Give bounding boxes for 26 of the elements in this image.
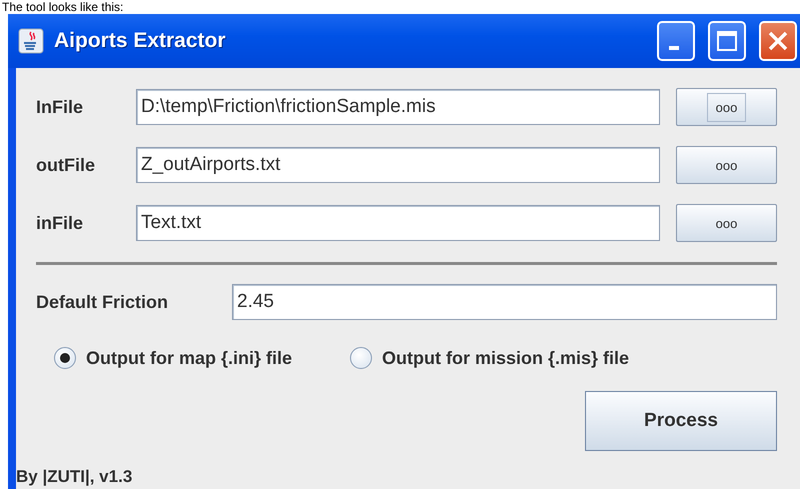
- field-label: outFile: [35, 154, 96, 176]
- minimize-button[interactable]: [657, 21, 695, 61]
- path-field[interactable]: D:\temp\Friction\frictionSample.mis: [136, 89, 660, 125]
- radio-option[interactable]: Output for mission {.mis} file: [350, 347, 630, 369]
- field-label: inFile: [35, 212, 84, 234]
- coffee-cup-icon: [18, 28, 44, 54]
- friction-field[interactable]: 2.45: [232, 284, 777, 320]
- field-label: Default Friction: [35, 292, 170, 312]
- close-icon: [766, 29, 790, 53]
- radio-icon[interactable]: [350, 347, 372, 369]
- maximize-icon: [716, 30, 738, 52]
- path-field[interactable]: Text.txt: [136, 205, 660, 241]
- close-button[interactable]: [759, 21, 797, 61]
- minimize-icon: [669, 46, 679, 50]
- field-label: InFile: [35, 96, 84, 118]
- path-field[interactable]: Z_outAirports.txt: [136, 147, 660, 183]
- browse-button[interactable]: ooo: [676, 146, 777, 184]
- browse-button[interactable]: ooo: [676, 204, 777, 242]
- radio-option[interactable]: Output for map {.ini} file: [54, 347, 292, 369]
- window-title: Aiports Extractor: [54, 29, 227, 53]
- radio-icon[interactable]: [54, 347, 76, 369]
- maximize-button[interactable]: [708, 21, 746, 61]
- browse-button[interactable]: ooo: [676, 88, 777, 126]
- caption-text: The tool looks like this:: [1, 0, 124, 14]
- process-button[interactable]: Process: [585, 391, 777, 451]
- version-text: By |ZUTI|, v1.3: [16, 467, 132, 487]
